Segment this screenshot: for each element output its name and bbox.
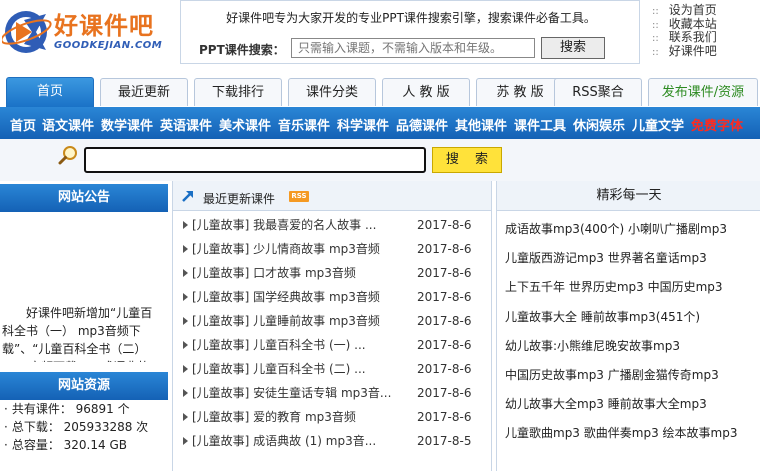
daily-item[interactable]: 幼儿故事大全mp3 睡前故事大全mp3 <box>505 394 760 423</box>
dots-icon: :: <box>652 33 659 44</box>
tab-home[interactable]: 首页 <box>6 77 94 107</box>
cat-morality[interactable]: 品德课件 <box>396 115 448 134</box>
notice-text[interactable]: 好课件吧新增加“儿童百科全书（一） mp3音频下载”、“儿童百科全书（二）mp3… <box>2 304 162 362</box>
arrow-up-right-icon <box>182 191 193 202</box>
daily-item[interactable]: 上下五千年 世界历史mp3 中国历史mp3 <box>505 277 760 306</box>
bullet-triangle-icon <box>183 389 188 397</box>
list-item[interactable]: [儿童故事] 我最喜爱的名人故事 ... 2017-8-6 <box>173 213 491 237</box>
main-search-button[interactable]: 搜 索 <box>432 147 502 173</box>
daily-item[interactable]: 成语故事mp3(400个) 小喇叭广播剧mp3 <box>505 219 760 248</box>
cat-music[interactable]: 音乐课件 <box>278 115 330 134</box>
tab-latest[interactable]: 最近更新 <box>100 78 188 106</box>
dots-icon: :: <box>652 6 659 17</box>
tab-sujiao[interactable]: 苏 教 版 <box>476 78 564 106</box>
bullet-triangle-icon <box>183 269 188 277</box>
ppt-search-button[interactable]: 搜索 <box>541 37 605 59</box>
bullet-triangle-icon <box>183 317 188 325</box>
tab-rss[interactable]: RSS聚合 <box>554 78 642 106</box>
daily-item[interactable]: 儿童版西游记mp3 世界著名童话mp3 <box>505 248 760 277</box>
daily-list: 成语故事mp3(400个) 小喇叭广播剧mp3 儿童版西游记mp3 世界著名童话… <box>505 219 760 453</box>
list-item[interactable]: [儿童故事] 爱的教育 mp3音频 2017-8-6 <box>173 405 491 429</box>
quick-links: :: 设为首页 :: 收藏本站 :: 联系我们 :: 好课件吧 <box>652 3 760 59</box>
stat-total-downloads: · 总下载： 205933288 次 <box>4 420 149 434</box>
cat-other[interactable]: 其他课件 <box>455 115 507 134</box>
daily-title: 精彩每一天 <box>497 181 760 211</box>
quick-link-homepage[interactable]: :: 设为首页 <box>652 3 760 18</box>
list-item[interactable]: [儿童故事] 成语典故 (1) mp3音... 2017-8-5 <box>173 429 491 453</box>
dots-icon: :: <box>652 19 659 31</box>
bullet-triangle-icon <box>183 293 188 301</box>
cat-home[interactable]: 首页 <box>10 115 36 134</box>
logo-domain: GOODKEJIAN.COM <box>54 40 163 51</box>
rss-icon[interactable]: RSS <box>289 191 309 202</box>
logo-emblem-icon <box>2 11 52 53</box>
ppt-search-input[interactable] <box>291 38 535 58</box>
quick-link-contact[interactable]: :: 联系我们 <box>652 30 760 45</box>
bullet-triangle-icon <box>183 365 188 373</box>
resources-title: 网站资源 <box>0 372 168 400</box>
cat-math[interactable]: 数学课件 <box>101 115 153 134</box>
cat-science[interactable]: 科学课件 <box>337 115 389 134</box>
resources-stats: · 共有课件： 96891 个 · 总下载： 205933288 次 · 总容量： 3… <box>0 400 168 454</box>
bullet-triangle-icon <box>183 245 188 253</box>
tab-renjiao[interactable]: 人 教 版 <box>382 78 470 106</box>
daily-item[interactable]: 儿童故事大全 睡前故事mp3(451个) <box>505 307 760 336</box>
category-bar: 首页 语文课件 数学课件 英语课件 美术课件 音乐课件 科学课件 品德课件 其他… <box>0 107 760 139</box>
ppt-search-label: PPT课件搜索： <box>199 43 285 57</box>
list-item[interactable]: [儿童故事] 儿童百科全书 (二) ... 2017-8-6 <box>173 357 491 381</box>
list-item[interactable]: [儿童故事] 安徒生童话专辑 mp3音... 2017-8-6 <box>173 381 491 405</box>
bullet-triangle-icon <box>183 437 188 445</box>
daily-item[interactable]: 中国历史故事mp3 广播剧金猫传奇mp3 <box>505 365 760 394</box>
list-item[interactable]: [儿童故事] 口才故事 mp3音频 2017-8-6 <box>173 261 491 285</box>
notice-title: 网站公告 <box>0 184 168 212</box>
list-item[interactable]: [儿童故事] 儿童睡前故事 mp3音频 2017-8-6 <box>173 309 491 333</box>
site-tagline: 好课件吧专为大家开发的专业PPT课件搜索引擎，搜索课件必备工具。 <box>226 11 596 25</box>
latest-list: [儿童故事] 我最喜爱的名人故事 ... 2017-8-6 [儿童故事] 少儿情商… <box>173 213 491 453</box>
latest-header: 最近更新课件 RSS <box>173 181 491 211</box>
quick-link-bookmark[interactable]: :: 收藏本站 <box>652 17 760 32</box>
stat-total-courseware: · 共有课件： 96891 个 <box>4 402 130 416</box>
main-search-strip: 搜 索 <box>0 139 760 181</box>
stat-total-size: · 总容量： 320.14 GB <box>4 438 127 452</box>
cat-leisure[interactable]: 休闲娱乐 <box>573 115 625 134</box>
list-item[interactable]: [儿童故事] 少儿情商故事 mp3音频 2017-8-6 <box>173 237 491 261</box>
cat-tools[interactable]: 课件工具 <box>514 115 566 134</box>
cat-chinese[interactable]: 语文课件 <box>42 115 94 134</box>
daily-panel: 精彩每一天 成语故事mp3(400个) 小喇叭广播剧mp3 儿童版西游记mp3 … <box>496 181 760 471</box>
latest-courseware-panel: 最近更新课件 RSS [儿童故事] 我最喜爱的名人故事 ... 2017-8-6 … <box>172 181 492 471</box>
logo-name: 好课件吧 <box>54 12 154 40</box>
main-search-input[interactable] <box>84 147 426 173</box>
bullet-triangle-icon <box>183 221 188 229</box>
bullet-triangle-icon <box>183 413 188 421</box>
cat-literature[interactable]: 儿童文学 <box>632 115 684 134</box>
main-tabs: 首页 最近更新 下载排行 课件分类 人 教 版 苏 教 版 RSS聚合 发布课件… <box>6 77 760 108</box>
bullet-triangle-icon <box>183 341 188 349</box>
header: 好课件吧 GOODKEJIAN.COM 好课件吧专为大家开发的专业PPT课件搜索… <box>0 0 760 70</box>
dots-icon: :: <box>652 46 659 58</box>
latest-title[interactable]: 最近更新课件 <box>203 190 275 207</box>
ppt-search-box: 好课件吧专为大家开发的专业PPT课件搜索引擎，搜索课件必备工具。 PPT课件搜索… <box>180 0 640 64</box>
site-logo[interactable]: 好课件吧 GOODKEJIAN.COM <box>2 2 172 64</box>
tab-publish[interactable]: 发布课件/资源 <box>648 78 758 106</box>
notice-body: 好课件吧新增加“儿童百科全书（一） mp3音频下载”、“儿童百科全书（二）mp3… <box>0 212 168 362</box>
daily-item[interactable]: 幼儿故事:小熊维尼晚安故事mp3 <box>505 336 760 365</box>
cat-art[interactable]: 美术课件 <box>219 115 271 134</box>
quick-link-site[interactable]: :: 好课件吧 <box>652 44 760 59</box>
daily-item[interactable]: 儿童歌曲mp3 歌曲伴奏mp3 绘本故事mp3 <box>505 423 760 452</box>
cat-free-fonts[interactable]: 免费字体 <box>691 115 743 134</box>
list-item[interactable]: [儿童故事] 儿童百科全书 (一) ... 2017-8-6 <box>173 333 491 357</box>
cat-english[interactable]: 英语课件 <box>160 115 212 134</box>
list-item[interactable]: [儿童故事] 国学经典故事 mp3音频 2017-8-6 <box>173 285 491 309</box>
tab-categories[interactable]: 课件分类 <box>288 78 376 106</box>
tab-ranking[interactable]: 下载排行 <box>194 78 282 106</box>
magnifier-icon <box>58 146 77 165</box>
